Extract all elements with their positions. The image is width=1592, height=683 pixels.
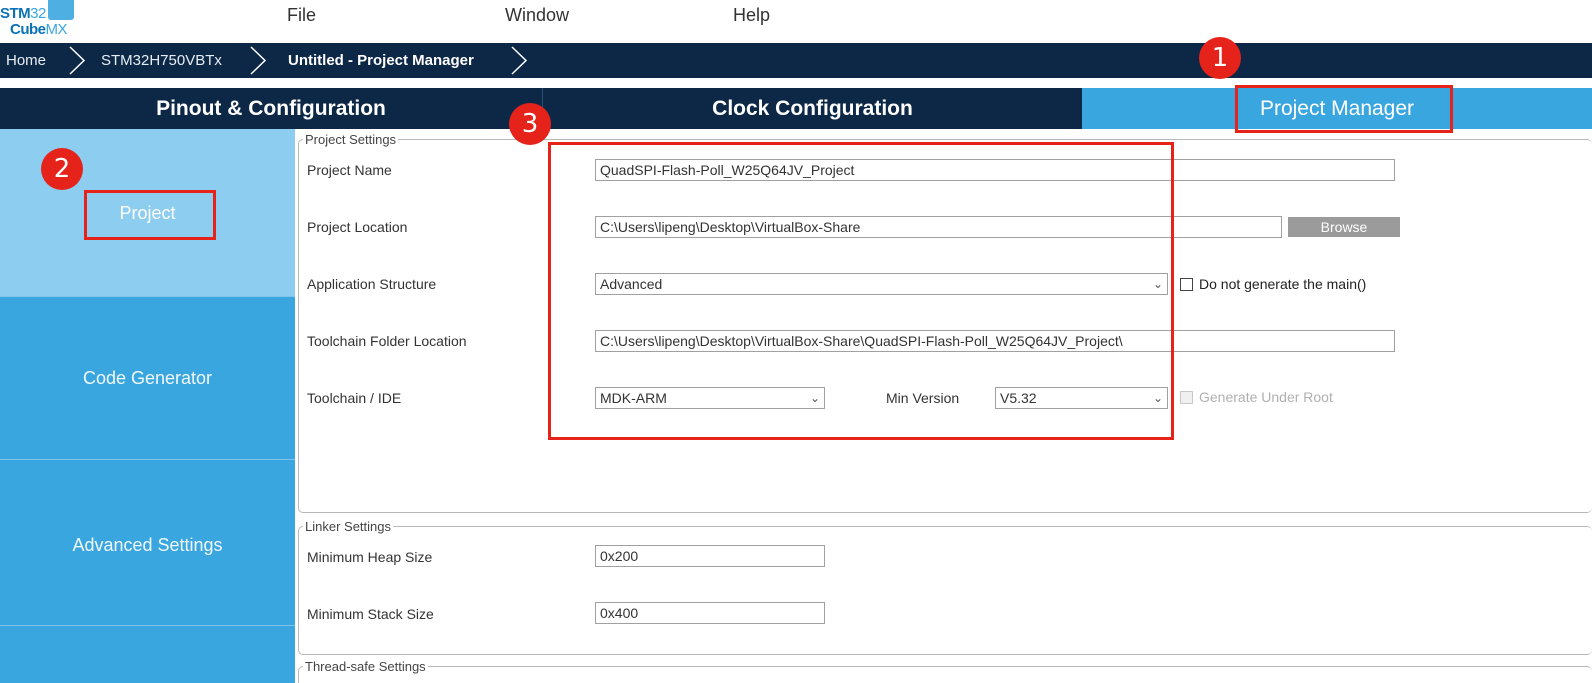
- browse-button[interactable]: Browse: [1288, 217, 1400, 237]
- menu-window[interactable]: Window: [505, 5, 569, 26]
- stm32cubemx-logo: STM32 CubeMX: [0, 0, 90, 40]
- generate-under-root-checkbox[interactable]: [1180, 391, 1193, 404]
- linker-settings-group: Linker Settings: [298, 519, 1592, 655]
- project-location-label: Project Location: [307, 219, 408, 235]
- tab-pinout-configuration[interactable]: Pinout & Configuration: [0, 88, 542, 129]
- logo-text-cube: Cube: [10, 21, 46, 38]
- tab-clock-configuration[interactable]: Clock Configuration: [542, 88, 1082, 129]
- minimum-stack-size-input[interactable]: 0x400: [595, 602, 825, 624]
- project-settings-legend: Project Settings: [305, 132, 397, 147]
- annotation-badge-2: 2: [41, 148, 83, 190]
- toolchain-folder-label: Toolchain Folder Location: [307, 333, 467, 349]
- cube-logo-icon: [48, 0, 74, 20]
- generate-under-root-label: Generate Under Root: [1199, 389, 1333, 405]
- breadcrumb-current[interactable]: Untitled - Project Manager: [288, 43, 474, 78]
- minimum-stack-size-label: Minimum Stack Size: [307, 606, 434, 622]
- minimum-heap-size-label: Minimum Heap Size: [307, 549, 433, 565]
- do-not-generate-main-checkbox[interactable]: [1180, 278, 1193, 291]
- breadcrumb-mcu[interactable]: STM32H750VBTx: [101, 43, 222, 78]
- menu-bar: STM32 CubeMX File Window Help: [0, 0, 1592, 43]
- logo-text-32: 32: [30, 5, 46, 22]
- thread-safe-settings-legend: Thread-safe Settings: [305, 659, 426, 674]
- toolchain-ide-label: Toolchain / IDE: [307, 390, 402, 406]
- sidebar-item-advanced-settings[interactable]: Advanced Settings: [0, 459, 295, 625]
- application-structure-label: Application Structure: [307, 276, 437, 292]
- breadcrumb-chevron-icon: [250, 46, 267, 75]
- annotation-badge-3: 3: [509, 103, 551, 145]
- breadcrumb: Home STM32H750VBTx Untitled - Project Ma…: [0, 43, 1592, 78]
- breadcrumb-chevron-icon: [511, 46, 528, 75]
- sidebar-item-more[interactable]: [0, 625, 295, 683]
- sidebar-item-label: Advanced Settings: [72, 535, 223, 555]
- minimum-heap-size-input[interactable]: 0x200: [595, 545, 825, 567]
- annotation-badge-1: 1: [1199, 37, 1241, 79]
- menu-help[interactable]: Help: [733, 5, 770, 26]
- annotation-box-project: [84, 190, 216, 240]
- thread-safe-settings-group: Thread-safe Settings: [298, 659, 1592, 683]
- sidebar-item-label: Code Generator: [82, 368, 213, 388]
- logo-text-mx: MX: [45, 21, 68, 38]
- annotation-box-project-manager: [1235, 85, 1453, 133]
- breadcrumb-chevron-icon: [69, 46, 86, 75]
- do-not-generate-main-label: Do not generate the main(): [1199, 276, 1367, 292]
- project-name-label: Project Name: [307, 162, 392, 178]
- logo-text-stm: STM: [0, 5, 31, 22]
- menu-file[interactable]: File: [287, 5, 316, 26]
- linker-settings-legend: Linker Settings: [305, 519, 391, 534]
- annotation-box-settings: [548, 142, 1174, 440]
- sidebar-item-code-generator[interactable]: Code Generator: [0, 296, 295, 459]
- breadcrumb-home[interactable]: Home: [6, 43, 46, 78]
